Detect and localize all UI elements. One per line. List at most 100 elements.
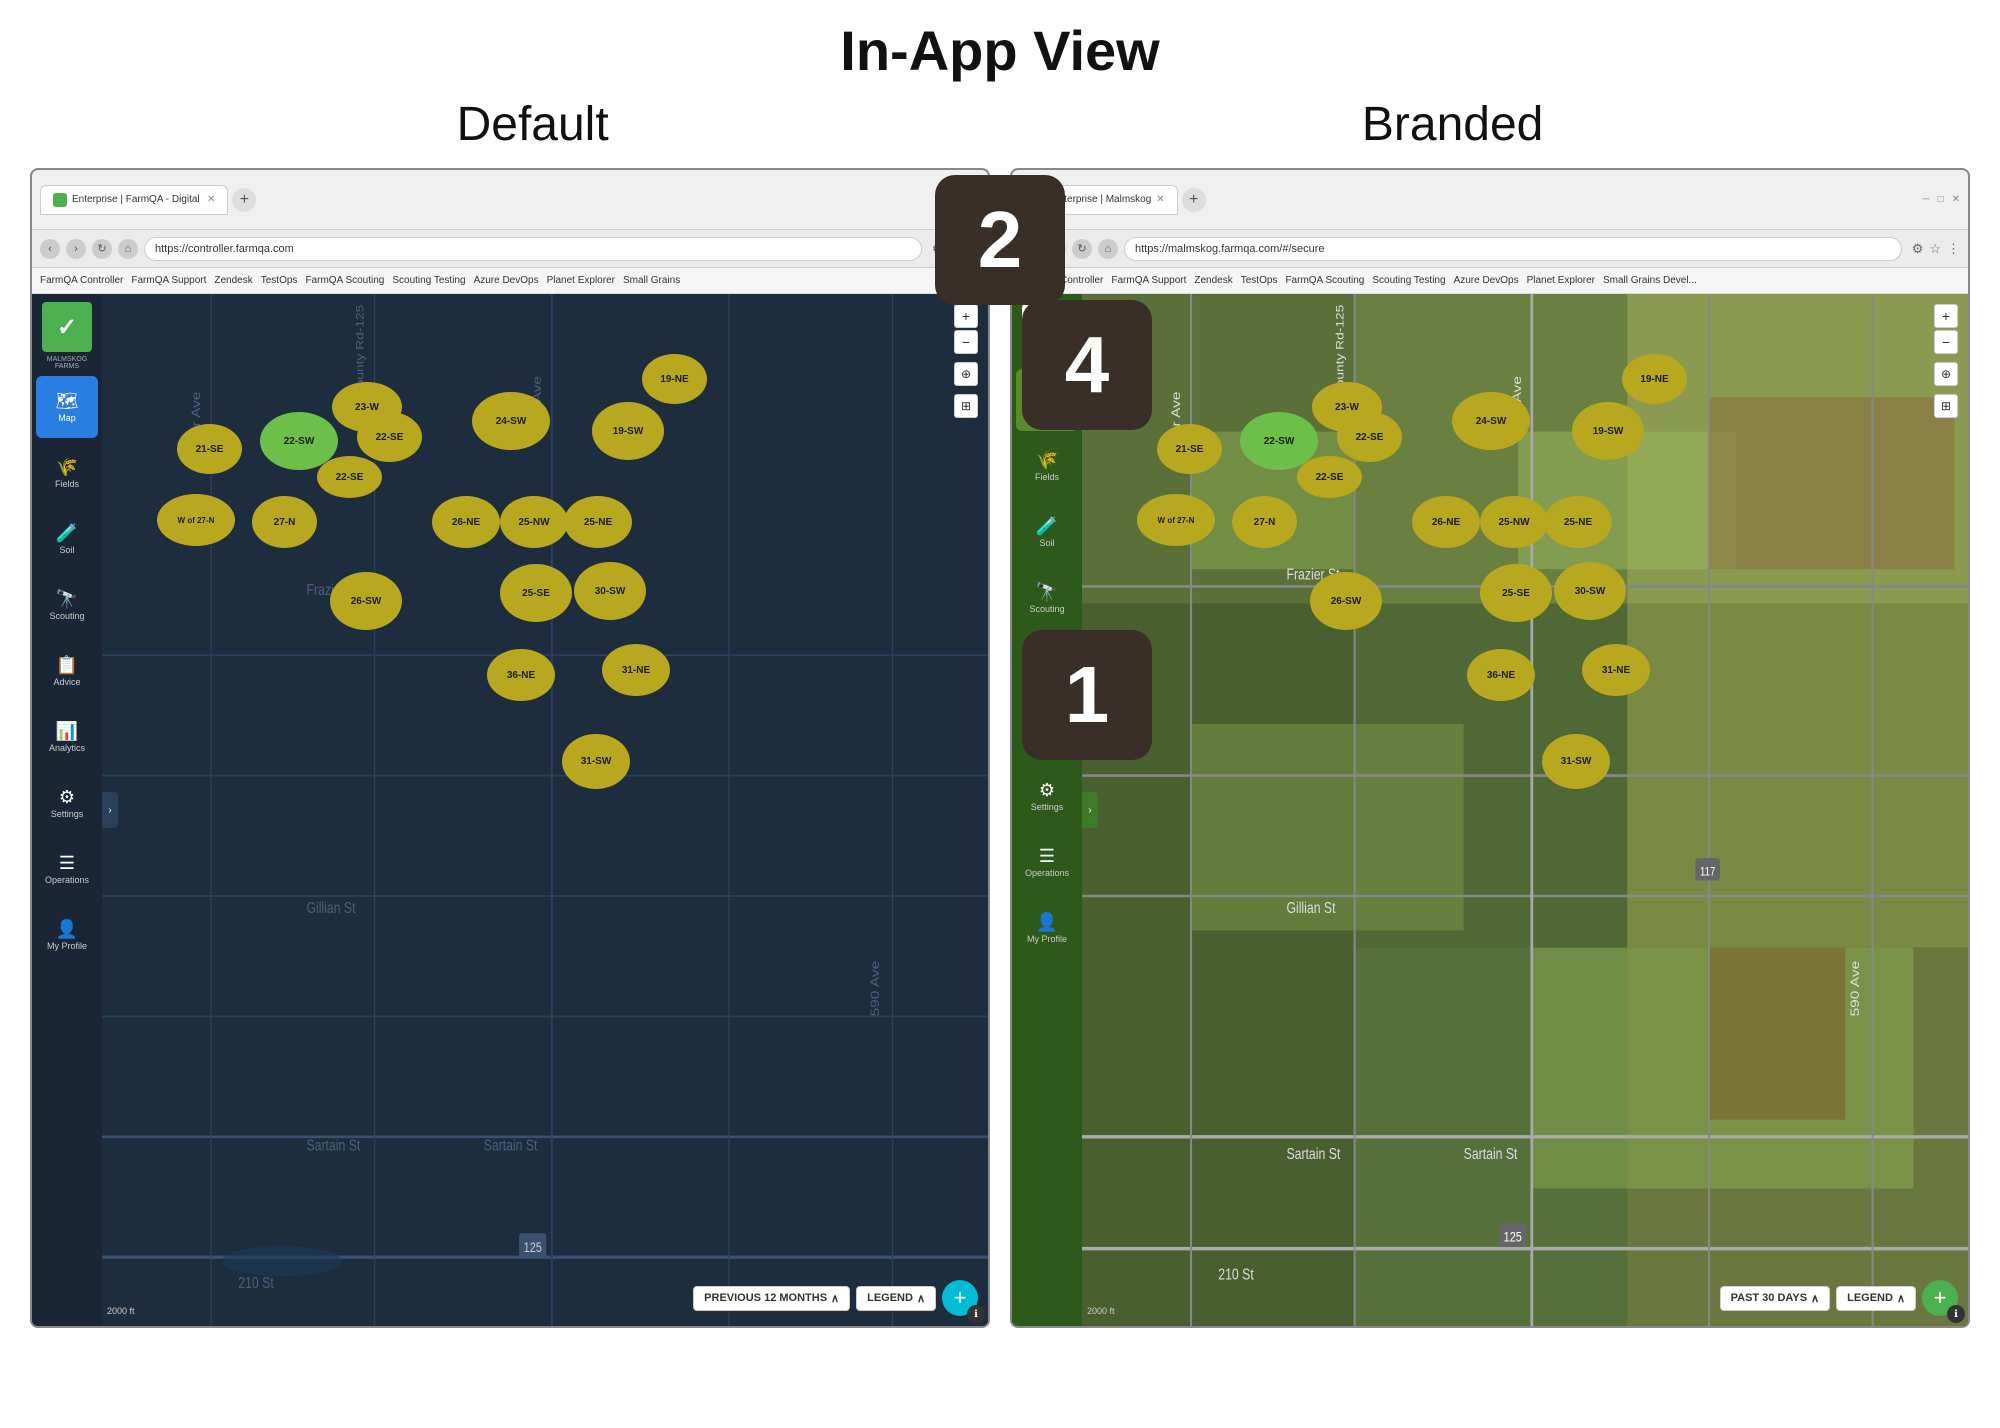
- browser-icon-1b[interactable]: ⚙: [1912, 241, 1924, 257]
- sidebar-item-fields-b[interactable]: 🌾 Fields: [1016, 435, 1078, 497]
- field-25ne-b[interactable]: 25-NE: [1544, 496, 1612, 548]
- field-31ne[interactable]: 31-NE: [602, 644, 670, 696]
- compass-btn[interactable]: ⊕: [954, 362, 978, 386]
- period-btn-default[interactable]: PREVIOUS 12 MONTHS ∧: [693, 1286, 850, 1311]
- sidebar-item-fields[interactable]: 🌾 Fields: [36, 442, 98, 504]
- bookmark-farmqa-controller[interactable]: FarmQA Controller: [40, 275, 123, 286]
- minimize-btn-branded[interactable]: ─: [1922, 194, 1929, 205]
- field-25nw-b[interactable]: 25-NW: [1480, 496, 1548, 548]
- bookmark-zendesk[interactable]: Zendesk: [214, 275, 252, 286]
- field-wof27n[interactable]: W of 27-N: [157, 494, 235, 546]
- field-wof27n-b[interactable]: W of 27-N: [1137, 494, 1215, 546]
- zoom-in-btn-b[interactable]: +: [1934, 304, 1958, 328]
- home-btn[interactable]: ⌂: [118, 239, 138, 259]
- legend-btn-branded[interactable]: LEGEND ∧: [1836, 1286, 1916, 1311]
- sidebar-item-scouting-b[interactable]: 🔭 Scouting: [1016, 567, 1078, 629]
- sidebar-item-map[interactable]: 🗺 Map: [36, 376, 98, 438]
- browser-icon-2b[interactable]: ☆: [1929, 241, 1941, 257]
- field-31sw[interactable]: 31-SW: [562, 734, 630, 789]
- bookmark-farmqa-support[interactable]: FarmQA Support: [131, 275, 206, 286]
- bookmark-farmqa-support-b[interactable]: FarmQA Support: [1111, 275, 1186, 286]
- bookmark-small-grains[interactable]: Small Grains: [623, 275, 680, 286]
- field-31ne-b[interactable]: 31-NE: [1582, 644, 1650, 696]
- sidebar-item-profile[interactable]: 👤 My Profile: [36, 904, 98, 966]
- sidebar-item-soil[interactable]: 🧪 Soil: [36, 508, 98, 570]
- bookmark-farmqa-scouting[interactable]: FarmQA Scouting: [305, 275, 384, 286]
- field-19ne-b[interactable]: 19-NE: [1622, 354, 1687, 404]
- new-tab-btn-branded[interactable]: +: [1182, 188, 1206, 212]
- forward-btn[interactable]: ›: [66, 239, 86, 259]
- back-btn[interactable]: ‹: [40, 239, 60, 259]
- close-window-btn-branded[interactable]: ✕: [1952, 194, 1960, 205]
- field-36ne[interactable]: 36-NE: [487, 649, 555, 701]
- bookmark-scouting-testing[interactable]: Scouting Testing: [392, 275, 465, 286]
- sidebar-item-scouting[interactable]: 🔭 Scouting: [36, 574, 98, 636]
- sidebar-toggle-branded[interactable]: ›: [1082, 792, 1098, 828]
- field-27n[interactable]: 27-N: [252, 496, 317, 548]
- map-area-default[interactable]: Tublerone Farms ⌄ Search 2022 ☺ ? ›: [102, 294, 988, 1326]
- tab-close-branded[interactable]: ✕: [1156, 194, 1164, 205]
- field-25nw[interactable]: 25-NW: [500, 496, 568, 548]
- sidebar-item-settings[interactable]: ⚙ Settings: [36, 772, 98, 834]
- field-21se[interactable]: 21-SE: [177, 424, 242, 474]
- field-36ne-b[interactable]: 36-NE: [1467, 649, 1535, 701]
- field-19sw[interactable]: 19-SW: [592, 402, 664, 460]
- field-26sw[interactable]: 26-SW: [330, 572, 402, 630]
- field-30sw-b[interactable]: 30-SW: [1554, 562, 1626, 620]
- field-26sw-b[interactable]: 26-SW: [1310, 572, 1382, 630]
- refresh-btn-branded[interactable]: ↻: [1072, 239, 1092, 259]
- info-icon-default[interactable]: ℹ: [967, 1305, 985, 1323]
- sidebar-item-profile-b[interactable]: 👤 My Profile: [1016, 897, 1078, 959]
- field-25se[interactable]: 25-SE: [500, 564, 572, 622]
- field-22se2-b[interactable]: 22-SE: [1297, 456, 1362, 498]
- sidebar-item-soil-b[interactable]: 🧪 Soil: [1016, 501, 1078, 563]
- zoom-out-btn-b[interactable]: −: [1934, 330, 1958, 354]
- sidebar-item-settings-b[interactable]: ⚙ Settings: [1016, 765, 1078, 827]
- refresh-btn[interactable]: ↻: [92, 239, 112, 259]
- field-22se2[interactable]: 22-SE: [317, 456, 382, 498]
- compass-btn-b[interactable]: ⊕: [1934, 362, 1958, 386]
- bookmark-testops[interactable]: TestOps: [261, 275, 298, 286]
- period-btn-branded[interactable]: PAST 30 DAYS ∧: [1720, 1286, 1830, 1311]
- field-24sw[interactable]: 24-SW: [472, 392, 550, 450]
- layers-btn-b[interactable]: ⊞: [1934, 394, 1958, 418]
- new-tab-btn[interactable]: +: [232, 188, 256, 212]
- bookmark-planet-explorer-b[interactable]: Planet Explorer: [1527, 275, 1595, 286]
- field-26ne-b[interactable]: 26-NE: [1412, 496, 1480, 548]
- maximize-btn-branded[interactable]: □: [1938, 194, 1944, 205]
- field-19sw-b[interactable]: 19-SW: [1572, 402, 1644, 460]
- field-19ne[interactable]: 19-NE: [642, 354, 707, 404]
- layers-btn[interactable]: ⊞: [954, 394, 978, 418]
- bookmark-farmqa-scouting-b[interactable]: FarmQA Scouting: [1285, 275, 1364, 286]
- bookmark-small-grains-b[interactable]: Small Grains Devel...: [1603, 275, 1697, 286]
- bookmark-zendesk-b[interactable]: Zendesk: [1194, 275, 1232, 286]
- sidebar-item-operations-b[interactable]: ☰ Operations: [1016, 831, 1078, 893]
- field-25ne[interactable]: 25-NE: [564, 496, 632, 548]
- field-21se-b[interactable]: 21-SE: [1157, 424, 1222, 474]
- url-bar-default[interactable]: https://controller.farmqa.com: [144, 237, 922, 261]
- bookmark-testops-b[interactable]: TestOps: [1241, 275, 1278, 286]
- browser-tab[interactable]: Enterprise | FarmQA - Digital To... ✕: [40, 185, 228, 215]
- field-22se[interactable]: 22-SE: [357, 412, 422, 462]
- legend-btn-default[interactable]: LEGEND ∧: [856, 1286, 936, 1311]
- url-bar-branded[interactable]: https://malmskog.farmqa.com/#/secure: [1124, 237, 1902, 261]
- zoom-in-btn[interactable]: +: [954, 304, 978, 328]
- field-30sw[interactable]: 30-SW: [574, 562, 646, 620]
- map-area-branded[interactable]: T... arms ⌄ Search 2021 ☺ ? ›: [1082, 294, 1968, 1326]
- zoom-out-btn[interactable]: −: [954, 330, 978, 354]
- tab-close-btn[interactable]: ✕: [207, 194, 215, 205]
- sidebar-item-advice[interactable]: 📋 Advice: [36, 640, 98, 702]
- browser-icon-3b[interactable]: ⋮: [1947, 241, 1960, 257]
- home-btn-branded[interactable]: ⌂: [1098, 239, 1118, 259]
- info-icon-branded[interactable]: ℹ: [1947, 1305, 1965, 1323]
- field-31sw-b[interactable]: 31-SW: [1542, 734, 1610, 789]
- sidebar-toggle-default[interactable]: ›: [102, 792, 118, 828]
- sidebar-item-operations[interactable]: ☰ Operations: [36, 838, 98, 900]
- bookmark-azure-devops-b[interactable]: Azure DevOps: [1454, 275, 1519, 286]
- field-24sw-b[interactable]: 24-SW: [1452, 392, 1530, 450]
- field-26ne[interactable]: 26-NE: [432, 496, 500, 548]
- bookmark-scouting-testing-b[interactable]: Scouting Testing: [1372, 275, 1445, 286]
- field-27n-b[interactable]: 27-N: [1232, 496, 1297, 548]
- field-22se-b[interactable]: 22-SE: [1337, 412, 1402, 462]
- bookmark-azure-devops[interactable]: Azure DevOps: [474, 275, 539, 286]
